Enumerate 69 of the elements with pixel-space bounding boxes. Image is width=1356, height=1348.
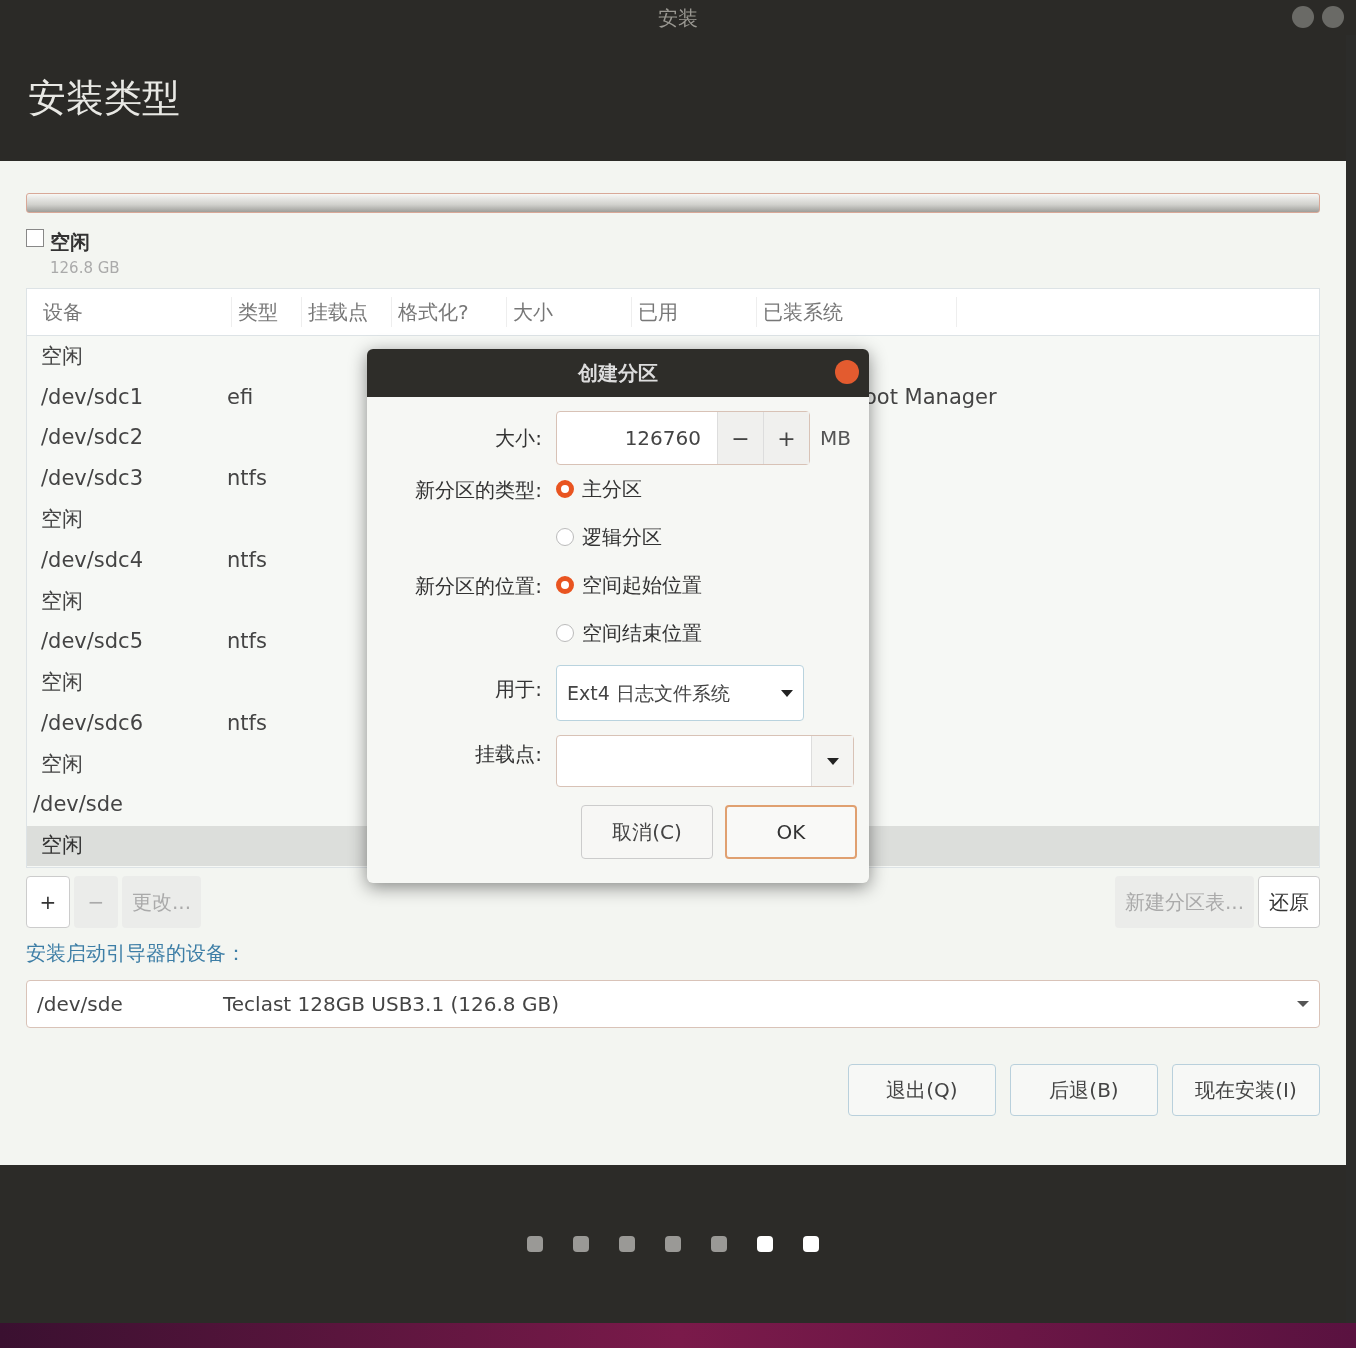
minimize-icon[interactable] bbox=[1292, 6, 1314, 28]
table-cell-text: ntfs bbox=[227, 628, 268, 656]
field-label: 大小: bbox=[494, 425, 542, 452]
radio-button[interactable] bbox=[556, 480, 574, 498]
bootloader-label: 安装启动引导器的设备： bbox=[26, 939, 247, 967]
cancel-button[interactable]: 取消(C) bbox=[581, 805, 713, 859]
bootloader-dropdown[interactable]: /dev/sde Teclast 128GB USB3.1 (126.8 GB) bbox=[26, 979, 1320, 1028]
column-header[interactable]: 已装系统 bbox=[757, 296, 957, 327]
table-cell[interactable]: 空闲 bbox=[27, 585, 227, 618]
column-header[interactable]: 已用 bbox=[632, 296, 757, 327]
size-value: 126760 bbox=[623, 425, 702, 452]
table-cell[interactable]: 空闲 bbox=[27, 667, 227, 699]
table-cell[interactable]: 空闲 bbox=[27, 504, 227, 536]
table-cell[interactable]: /dev/sdc5 bbox=[27, 626, 227, 658]
mount-point-field[interactable] bbox=[556, 735, 854, 787]
filesystem-dropdown[interactable]: Ext4 日志文件系统 bbox=[556, 665, 804, 721]
legend-size: 126.8 GB bbox=[50, 258, 120, 279]
wizard-button[interactable]: 现在安装(I) bbox=[1172, 1063, 1320, 1116]
radio-button[interactable] bbox=[556, 624, 574, 642]
dropdown-device: /dev/sde bbox=[37, 990, 124, 1018]
table-cell[interactable]: /dev/sdc2 bbox=[27, 422, 227, 454]
close-icon[interactable] bbox=[1322, 6, 1344, 28]
table-cell[interactable]: /dev/sdc6 bbox=[27, 707, 227, 740]
table-cell-text: ntfs bbox=[227, 709, 268, 737]
dialog-title: 创建分区 bbox=[578, 360, 658, 387]
caret-icon bbox=[781, 689, 793, 697]
table-cell-text: ntfs bbox=[227, 546, 268, 574]
column-header[interactable]: 类型 bbox=[232, 296, 302, 327]
increment-button[interactable]: + bbox=[763, 412, 809, 464]
decrement-button[interactable]: − bbox=[717, 412, 763, 464]
table-cell[interactable]: 空闲 bbox=[27, 340, 227, 373]
page-title: 安装类型 bbox=[28, 74, 180, 122]
column-header[interactable]: 大小 bbox=[507, 296, 632, 327]
radio-label: 空间结束位置 bbox=[582, 620, 702, 647]
radio-label: 空间起始位置 bbox=[582, 572, 702, 599]
ok-button[interactable]: OK bbox=[725, 805, 857, 859]
field-label: 用于: bbox=[494, 676, 542, 703]
table-cell[interactable]: 空闲 bbox=[27, 830, 227, 862]
radio-button[interactable] bbox=[556, 576, 574, 594]
toolbar-button[interactable]: + bbox=[26, 875, 70, 928]
radio-label: 逻辑分区 bbox=[582, 524, 662, 551]
wizard-button[interactable]: 后退(B) bbox=[1010, 1063, 1158, 1116]
unit-label: MB bbox=[820, 425, 851, 452]
table-cell[interactable]: /dev/sdc1 bbox=[27, 381, 227, 414]
field-label: 新分区的位置: bbox=[414, 573, 542, 600]
table-cell[interactable]: /dev/sde bbox=[27, 789, 227, 821]
table-cell-text: efi bbox=[227, 383, 255, 411]
dropdown-description: Teclast 128GB USB3.1 (126.8 GB) bbox=[223, 990, 560, 1018]
legend-label: 空闲 bbox=[50, 229, 91, 256]
dropdown-value: Ext4 日志文件系统 bbox=[567, 680, 730, 706]
column-header[interactable]: 格式化? bbox=[392, 296, 507, 327]
radio-button[interactable] bbox=[556, 528, 574, 546]
checkbox[interactable] bbox=[26, 229, 44, 247]
column-header[interactable]: 设备 bbox=[37, 296, 232, 327]
wizard-button[interactable]: 退出(Q) bbox=[848, 1063, 996, 1116]
radio-label: 主分区 bbox=[582, 476, 642, 503]
toolbar-button[interactable]: 还原 bbox=[1258, 875, 1320, 928]
table-cell-text: ntfs bbox=[227, 465, 268, 493]
size-spinner[interactable]: 126760 − + bbox=[556, 411, 810, 465]
table-cell[interactable]: 空闲 bbox=[27, 748, 227, 781]
table-cell[interactable]: /dev/sdc4 bbox=[27, 544, 227, 577]
caret-icon bbox=[1297, 1000, 1309, 1007]
caret-icon bbox=[826, 757, 839, 765]
table-cell[interactable]: /dev/sdc3 bbox=[27, 463, 227, 495]
column-header[interactable]: 挂载点 bbox=[302, 296, 392, 327]
field-label: 新分区的类型: bbox=[414, 477, 542, 504]
close-icon[interactable] bbox=[835, 360, 859, 384]
field-label: 挂载点: bbox=[474, 741, 542, 768]
window-title: 安装 bbox=[658, 4, 698, 32]
